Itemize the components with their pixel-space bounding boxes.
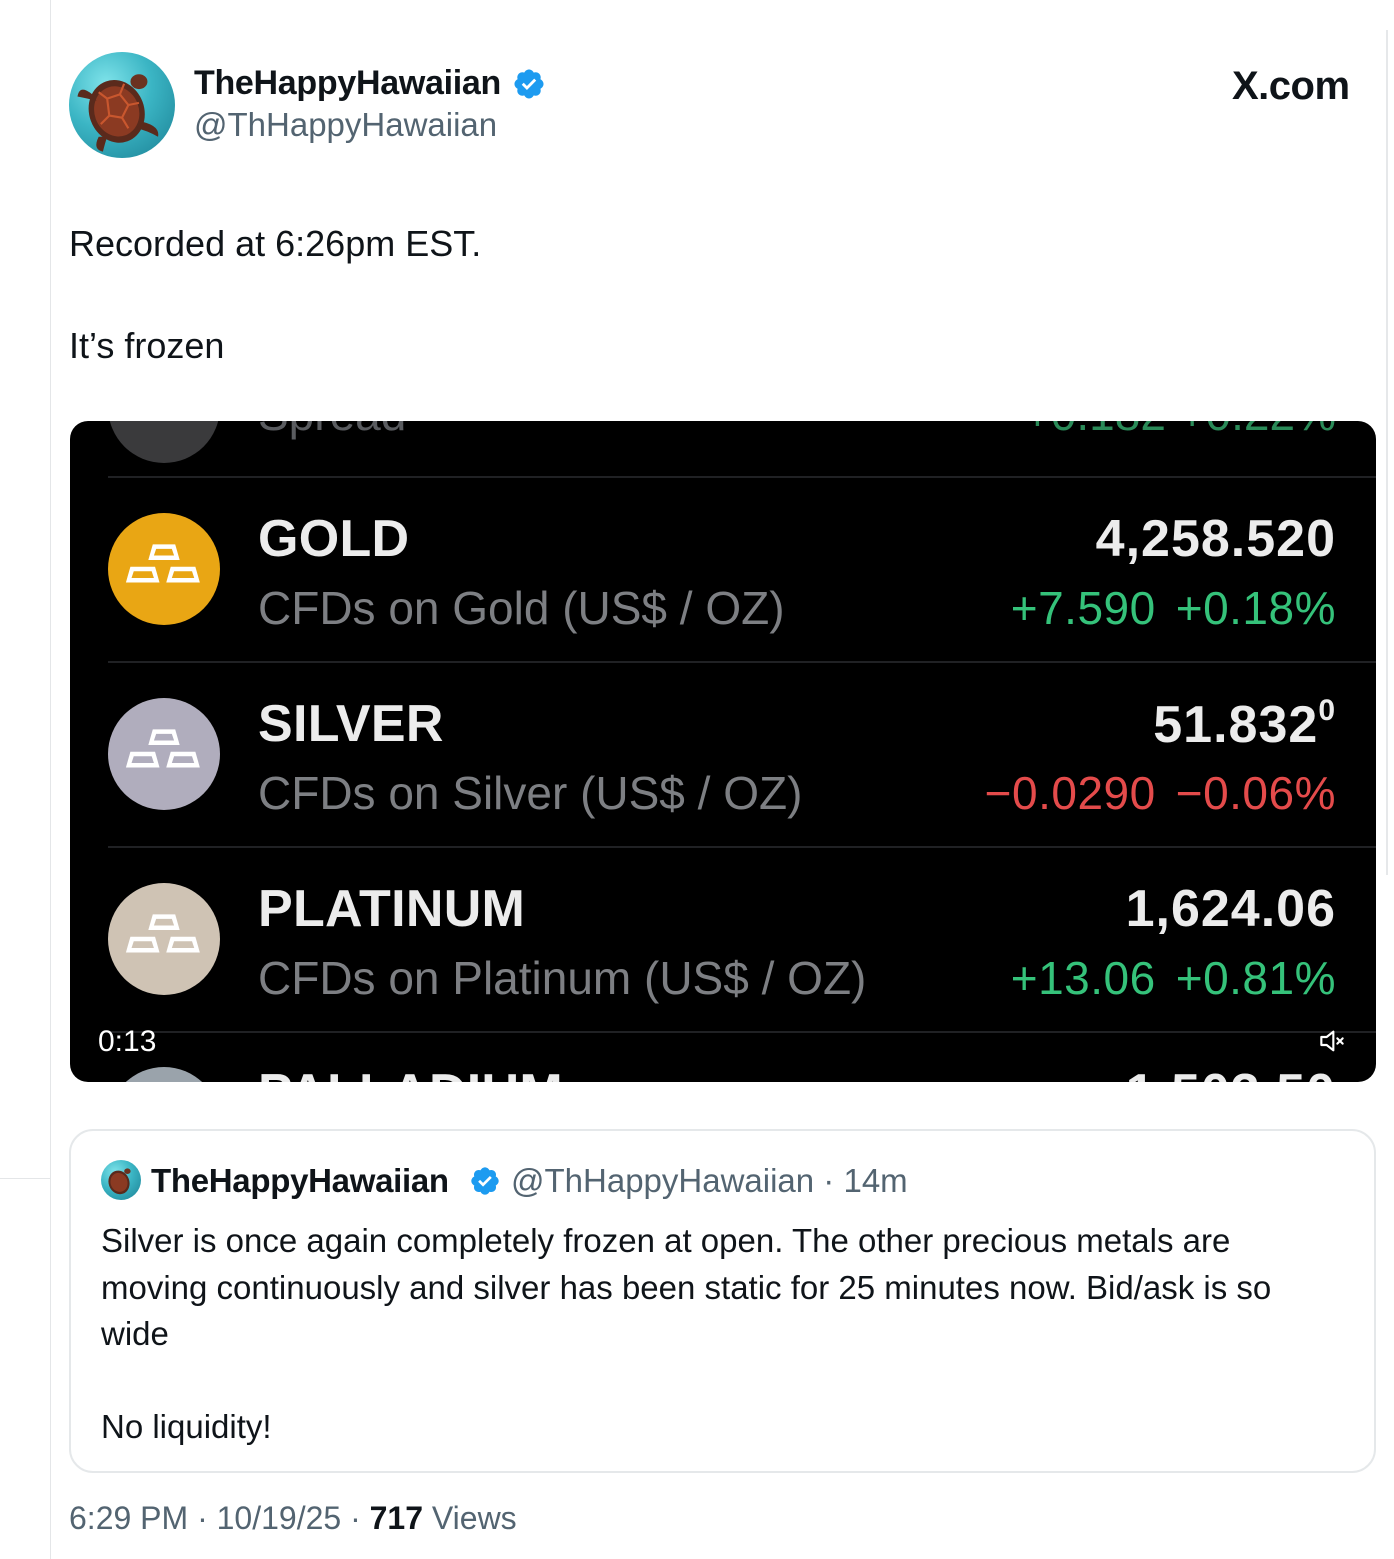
- verified-badge-icon: [514, 69, 544, 99]
- metal-price: 51.8320: [1153, 694, 1336, 754]
- quoted-post-card[interactable]: TheHappyHawaiian @ThHappyHawaiian · 14m …: [69, 1129, 1376, 1473]
- cutoff-top-label: Spread: [258, 421, 406, 441]
- scrollbar-track[interactable]: [1386, 30, 1388, 875]
- row-divider: [108, 846, 1376, 848]
- cutoff-bottom-label: PALLADIUM: [258, 1063, 563, 1082]
- post-meta-footer: 6:29 PM · 10/19/25 · 717 Views: [69, 1500, 517, 1537]
- views-count: 717: [369, 1500, 423, 1536]
- quoted-handle-and-time[interactable]: @ThHappyHawaiian · 14m: [511, 1162, 908, 1200]
- video-elapsed-time: 0:13: [98, 1025, 157, 1058]
- post-text-line-1: Recorded at 6:26pm EST.: [69, 223, 482, 264]
- metal-subtitle: CFDs on Platinum (US$ / OZ): [258, 952, 867, 1004]
- metal-price: 4,258.520: [1095, 510, 1336, 568]
- platinum-bars-icon: [108, 883, 220, 995]
- author-avatar[interactable]: [69, 52, 175, 158]
- metal-change: +13.06 +0.81%: [1010, 952, 1336, 1004]
- quoted-post-text: Silver is once again completely frozen a…: [101, 1218, 1351, 1450]
- cutoff-top-value: +0.182 +0.22%: [1024, 421, 1336, 441]
- author-handle[interactable]: @ThHappyHawaiian: [194, 106, 497, 144]
- quoted-text-line: No liquidity!: [101, 1407, 272, 1445]
- gold-bars-icon: [108, 513, 220, 625]
- quoted-author-name[interactable]: TheHappyHawaiian: [151, 1162, 449, 1200]
- cutoff-bottom-icon: [108, 1067, 220, 1082]
- metal-name: SILVER: [258, 695, 444, 753]
- mute-speaker-icon[interactable]: [1316, 1025, 1348, 1057]
- silver-bars-icon: [108, 698, 220, 810]
- row-divider: [108, 1031, 1376, 1033]
- verified-badge-icon: [471, 1167, 499, 1195]
- brand-watermark: X.com: [1232, 64, 1350, 108]
- metal-change: −0.0290 −0.06%: [984, 767, 1336, 819]
- timeline-divider-left: [50, 0, 51, 1559]
- cutoff-bottom-value: 1,503.50: [1126, 1063, 1336, 1082]
- quoted-text-line: Silver is once again completely frozen a…: [101, 1222, 1231, 1259]
- video-player[interactable]: Spread +0.182 +0.22% GOLD CFDs on Gold (…: [70, 421, 1376, 1082]
- sea-turtle-icon: [108, 1168, 131, 1195]
- row-divider: [108, 476, 1376, 478]
- quoted-author-avatar[interactable]: [101, 1160, 141, 1200]
- metal-price: 1,624.06: [1125, 880, 1336, 938]
- sea-turtle-icon: [77, 74, 159, 152]
- timeline-divider-stub: [0, 1178, 50, 1179]
- metal-name: PLATINUM: [258, 880, 526, 938]
- post-timestamp[interactable]: 6:29 PM · 10/19/25 ·: [69, 1500, 370, 1536]
- metal-name: GOLD: [258, 510, 410, 568]
- metal-subtitle: CFDs on Silver (US$ / OZ): [258, 767, 803, 819]
- author-display-name[interactable]: TheHappyHawaiian: [194, 64, 501, 103]
- metal-subtitle: CFDs on Gold (US$ / OZ): [258, 582, 785, 634]
- metal-change: +7.590 +0.18%: [1010, 582, 1336, 634]
- post-text-line-2: It’s frozen: [69, 325, 225, 366]
- quoted-text-blank-line: [101, 1358, 1351, 1404]
- views-label: Views: [423, 1500, 517, 1536]
- row-divider: [108, 661, 1376, 663]
- quoted-text-line: moving continuously and silver has been …: [101, 1268, 1272, 1306]
- quoted-text-line: wide: [101, 1315, 169, 1352]
- tweet-screenshot: TheHappyHawaiian @ThHappyHawaiian X.com …: [0, 0, 1394, 1559]
- cutoff-top-icon: [108, 421, 220, 463]
